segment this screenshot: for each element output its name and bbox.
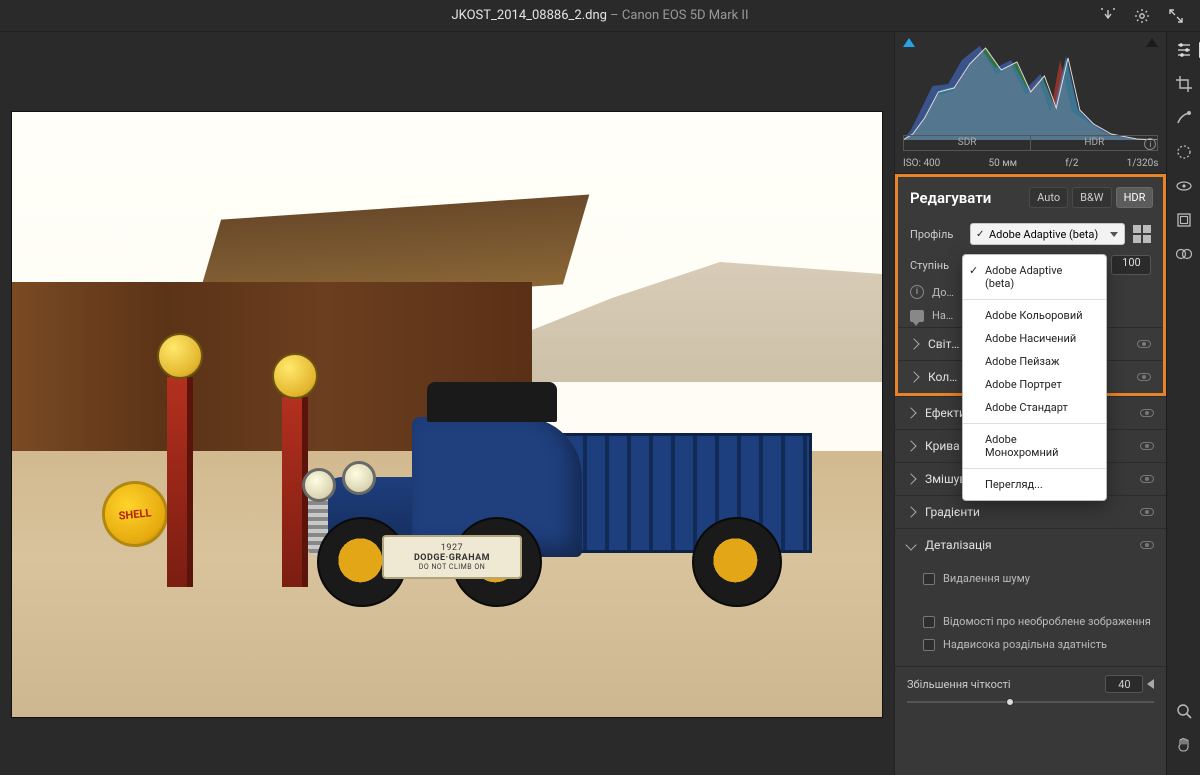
super-res-checkbox[interactable] [923,639,935,651]
eye-icon[interactable] [1140,541,1154,549]
accordion-detail[interactable]: Деталізація [895,529,1166,561]
fullscreen-icon[interactable] [1166,6,1186,26]
document-title: JKOST_2014_08886_2.dng – Canon EOS 5D Ma… [451,8,748,23]
chevron-right-icon [908,338,919,349]
raw-info-label: Відомості про необроблене зображення [943,615,1151,628]
profile-menu: Adobe Adaptive (beta) Adobe Кольоровий A… [962,254,1107,501]
vintage-truck: 1927 DODGE·GRAHAM DO NOT CLIMB ON [312,407,812,597]
eye-icon[interactable] [1140,442,1154,450]
edit-heading: Редагувати [910,189,991,207]
chevron-down-icon [905,539,916,550]
hand-icon[interactable] [1174,735,1194,755]
noise-checkbox[interactable] [923,573,935,585]
menu-item[interactable]: Adobe Портрет [963,373,1106,396]
chevron-right-icon [905,506,916,517]
bw-button[interactable]: B&W [1072,187,1111,208]
profile-browser-icon[interactable] [1133,225,1151,243]
healing-icon[interactable] [1174,108,1194,128]
noise-label: Видалення шуму [943,572,1030,585]
sdr-label: SDR [904,136,1031,150]
auto-button[interactable]: Auto [1029,187,1068,208]
profile-select[interactable]: Adobe Adaptive (beta) [970,223,1125,245]
hdr-label: HDR [1031,136,1157,150]
eye-icon[interactable] [1140,475,1154,483]
shutter-value: 1/320s [1127,158,1159,169]
gear-icon[interactable] [1132,6,1152,26]
edit-panel: SDR HDR i ISO: 400 50 мм f/2 1/320s Реда… [894,32,1166,775]
menu-item[interactable]: Adobe Стандарт [963,396,1106,419]
menu-item[interactable]: Adobe Кольоровий [963,304,1106,327]
right-toolbar [1166,32,1200,775]
menu-item-browse[interactable]: Перегляд... [963,473,1106,496]
eye-icon[interactable] [1137,373,1151,381]
menu-item[interactable]: Adobe Adaptive (beta) [963,259,1106,295]
raw-info-checkbox[interactable] [923,616,935,628]
comment-label: На… [932,309,953,322]
export-icon[interactable] [1098,6,1118,26]
menu-item[interactable]: Adobe Пейзаж [963,350,1106,373]
mask-icon[interactable] [1174,142,1194,162]
eye-icon[interactable] [1137,340,1151,348]
file-name: JKOST_2014_08886_2.dng [451,8,606,23]
exif-row: ISO: 400 50 мм f/2 1/320s [903,158,1158,169]
amount-value[interactable]: 100 [1111,255,1151,275]
histogram[interactable]: SDR HDR i ISO: 400 50 мм f/2 1/320s [895,32,1166,174]
redeye-icon[interactable] [1174,176,1194,196]
versions-icon[interactable] [1174,244,1194,264]
chevron-right-icon [905,407,916,418]
eye-icon[interactable] [1140,508,1154,516]
shell-sign [99,478,172,551]
gas-pump [167,377,193,587]
license-plate: 1927 DODGE·GRAHAM DO NOT CLIMB ON [382,535,522,579]
aperture-value: f/2 [1065,158,1078,169]
sdr-hdr-toggle[interactable]: SDR HDR [903,135,1158,151]
info-icon[interactable]: i [910,285,924,299]
profile-value: Adobe Adaptive (beta) [989,228,1098,241]
reset-icon[interactable] [1147,679,1154,689]
comment-icon[interactable] [910,310,924,322]
iso-value: ISO: 400 [903,158,940,169]
chevron-right-icon [905,473,916,484]
clarity-value[interactable]: 40 [1105,675,1143,693]
menu-item[interactable]: Adobe Насичений [963,327,1106,350]
presets-icon[interactable] [1174,210,1194,230]
zoom-icon[interactable] [1174,701,1194,721]
photo-preview: 1927 DODGE·GRAHAM DO NOT CLIMB ON [12,112,882,717]
eye-icon[interactable] [1140,409,1154,417]
edit-highlighted-section: Редагувати Auto B&W HDR Профіль Adobe Ad… [895,174,1166,396]
menu-item[interactable]: Adobe Монохромний [963,428,1106,464]
super-res-label: Надвисока роздільна здатність [943,638,1107,651]
clarity-slider[interactable] [907,697,1154,707]
profile-label: Профіль [910,228,962,241]
chevron-right-icon [908,371,919,382]
amount-label: Ступінь [910,259,962,272]
title-bar: JKOST_2014_08886_2.dng – Canon EOS 5D Ma… [0,0,1200,32]
clarity-label: Збільшення чіткості [907,678,1011,691]
camera-model: Canon EOS 5D Mark II [622,8,749,23]
canvas-area[interactable]: 1927 DODGE·GRAHAM DO NOT CLIMB ON [0,32,894,775]
edit-sliders-icon[interactable] [1174,40,1194,60]
hdr-button[interactable]: HDR [1116,187,1154,208]
focal-value: 50 мм [988,158,1017,169]
info-label: До… [932,286,954,299]
crop-icon[interactable] [1174,74,1194,94]
chevron-right-icon [905,440,916,451]
